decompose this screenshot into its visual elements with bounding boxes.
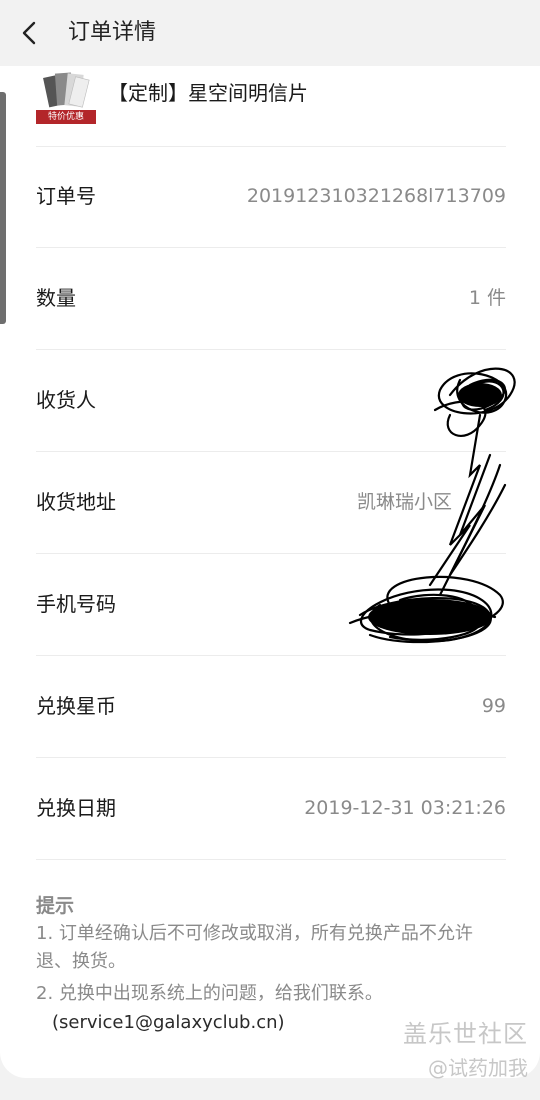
- postcards-image-icon: [43, 72, 90, 108]
- row-label: 数量: [36, 286, 76, 310]
- redeem-date-row: 兑换日期 2019-12-31 03:21:26: [36, 758, 506, 860]
- quantity-row: 数量 1 件: [36, 248, 506, 350]
- row-label: 兑换日期: [36, 796, 116, 820]
- row-label: 收货人: [36, 388, 96, 412]
- product-thumbnail: 特价优惠: [36, 70, 96, 126]
- recipient-row: 收货人: [36, 350, 506, 452]
- tips-line-2: 2. 兑换中出现系统上的问题，给我们联系。: [36, 983, 383, 1004]
- tips-title: 提示: [36, 895, 75, 917]
- order-detail-card: 特价优惠 【定制】星空间明信片 订单号 201912310321268l7137…: [0, 66, 540, 1078]
- tips-line-1: 1. 订单经确认后不可修改或取消，所有兑换产品不允许退、换货。: [36, 923, 473, 972]
- row-label: 手机号码: [36, 592, 116, 616]
- phone-row: 手机号码: [36, 554, 506, 656]
- product-row[interactable]: 特价优惠 【定制】星空间明信片: [36, 66, 506, 147]
- quantity-value: 1 件: [468, 287, 506, 309]
- star-coins-value: 99: [481, 695, 506, 717]
- row-label: 收货地址: [36, 490, 116, 514]
- community-watermark: 盖乐世社区: [403, 1020, 528, 1048]
- address-value: 凯琳瑞小区: [356, 491, 452, 513]
- order-number-value: 201912310321268l713709: [246, 185, 506, 207]
- page-title: 订单详情: [68, 20, 157, 45]
- order-info-list: 订单号 201912310321268l713709 数量 1 件 收货人 收货…: [36, 146, 506, 860]
- product-name: 【定制】星空间明信片: [108, 81, 308, 105]
- address-row: 收货地址 凯琳瑞小区: [36, 452, 506, 554]
- user-watermark: @试药加我: [428, 1056, 528, 1080]
- back-chevron-icon[interactable]: [18, 20, 44, 46]
- top-bar: 订单详情: [0, 0, 540, 66]
- order-number-row: 订单号 201912310321268l713709: [36, 146, 506, 248]
- redeem-date-value: 2019-12-31 03:21:26: [304, 797, 506, 819]
- promo-badge: 特价优惠: [36, 110, 96, 124]
- row-label: 兑换星币: [36, 694, 116, 718]
- scroll-indicator[interactable]: [0, 92, 6, 324]
- row-label: 订单号: [36, 184, 96, 208]
- star-coins-row: 兑换星币 99: [36, 656, 506, 758]
